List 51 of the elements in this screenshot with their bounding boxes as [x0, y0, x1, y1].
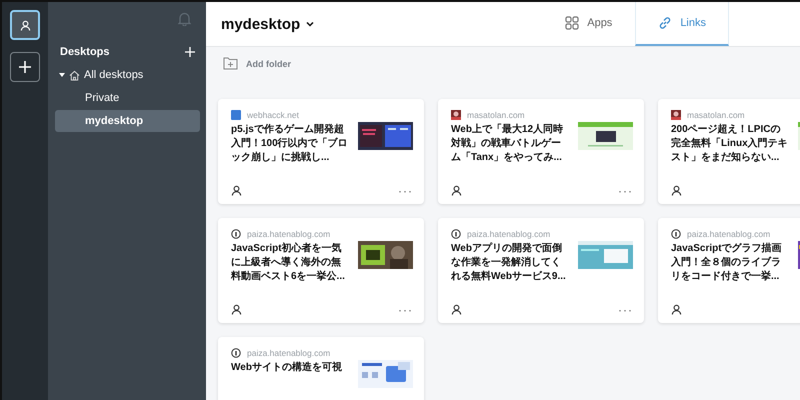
- folder-plus-icon: [223, 57, 238, 70]
- more-button[interactable]: ···: [398, 186, 413, 194]
- link-domain: paiza.hatenablog.com: [687, 229, 770, 239]
- favicon-icon: [231, 110, 241, 120]
- favicon-icon: [671, 110, 681, 120]
- desktop-title[interactable]: mydesktop: [221, 2, 314, 46]
- link-card[interactable]: masatolan.com 200ページ超え！LPICの完全無料「Linux入門テキスト」をまだ知らない...: [658, 99, 800, 204]
- link-title: JavaScript初心者を一気に上級者へ導く海外の無料動画ベスト6を一挙公...: [231, 242, 346, 284]
- link-title: Web上で「最大12人同時対戦」の戦車バトルゲーム「Tanx」をやってみ...: [451, 123, 564, 165]
- sidebar-item[interactable]: mydesktop: [55, 110, 200, 132]
- grid-icon: [565, 16, 580, 30]
- link-title: Webサイトの構造を可視: [231, 361, 343, 375]
- home-icon: [69, 70, 80, 80]
- more-button[interactable]: ···: [398, 306, 413, 314]
- link-card[interactable]: paiza.hatenablog.com JavaScriptでグラフ描画入門！全８個のライブラリをコード付きで一挙...: [658, 218, 800, 323]
- link-domain: masatolan.com: [467, 110, 525, 120]
- more-button[interactable]: ···: [618, 306, 633, 314]
- tab[interactable]: Links: [635, 2, 729, 46]
- account-button[interactable]: [10, 10, 40, 40]
- link-card[interactable]: paiza.hatenablog.com JavaScript初心者を一気に上級者へ導く海外の無料動画ベスト6を一挙公... ···: [218, 218, 424, 323]
- plus-icon: [19, 61, 31, 73]
- link-icon: [658, 16, 672, 30]
- info-icon: [231, 348, 241, 358]
- add-button[interactable]: [10, 52, 40, 82]
- chevron-icon: [306, 21, 314, 27]
- section-heading: Desktops: [60, 46, 110, 58]
- info-icon: [231, 229, 241, 239]
- link-domain: paiza.hatenablog.com: [247, 348, 330, 358]
- info-icon: [451, 229, 461, 239]
- link-title: 200ページ超え！LPICの完全無料「Linux入門テキスト」をまだ知らない...: [671, 123, 789, 165]
- link-title: JavaScriptでグラフ描画入門！全８個のライブラリをコード付きで一挙...: [671, 242, 783, 284]
- add-folder-button[interactable]: Add folder: [223, 57, 291, 70]
- link-card[interactable]: paiza.hatenablog.com Webサイトの構造を可視: [218, 337, 424, 400]
- caret-icon: [59, 72, 65, 78]
- link-domain: masatolan.com: [687, 110, 745, 120]
- link-title: Webアプリの開発で面倒な作業を一発解消してくれる無料Webサービス9...: [451, 242, 567, 284]
- link-domain: webhacck.net: [247, 110, 299, 120]
- link-card[interactable]: webhacck.net p5.jsで作るゲーム開発超入門！100行以内で「ブロック崩し」に挑戦し... ···: [218, 99, 424, 204]
- tab[interactable]: Apps: [542, 2, 636, 46]
- link-card[interactable]: masatolan.com Web上で「最大12人同時対戦」の戦車バトルゲーム「Tanx」をやってみ... ···: [438, 99, 644, 204]
- link-card[interactable]: paiza.hatenablog.com Webアプリの開発で面倒な作業を一発解消してくれる無料Webサービス9... ···: [438, 218, 644, 323]
- sidebar-item[interactable]: All desktops: [55, 64, 200, 86]
- link-domain: paiza.hatenablog.com: [247, 229, 330, 239]
- user-icon: [20, 20, 30, 30]
- plus-icon: [185, 47, 195, 57]
- more-button[interactable]: ···: [618, 186, 633, 194]
- favicon-icon: [451, 110, 461, 120]
- link-domain: paiza.hatenablog.com: [467, 229, 550, 239]
- info-icon: [671, 229, 681, 239]
- sidebar-item[interactable]: Private: [55, 87, 200, 109]
- link-title: p5.jsで作るゲーム開発超入門！100行以内で「ブロック崩し」に挑戦し...: [231, 123, 349, 165]
